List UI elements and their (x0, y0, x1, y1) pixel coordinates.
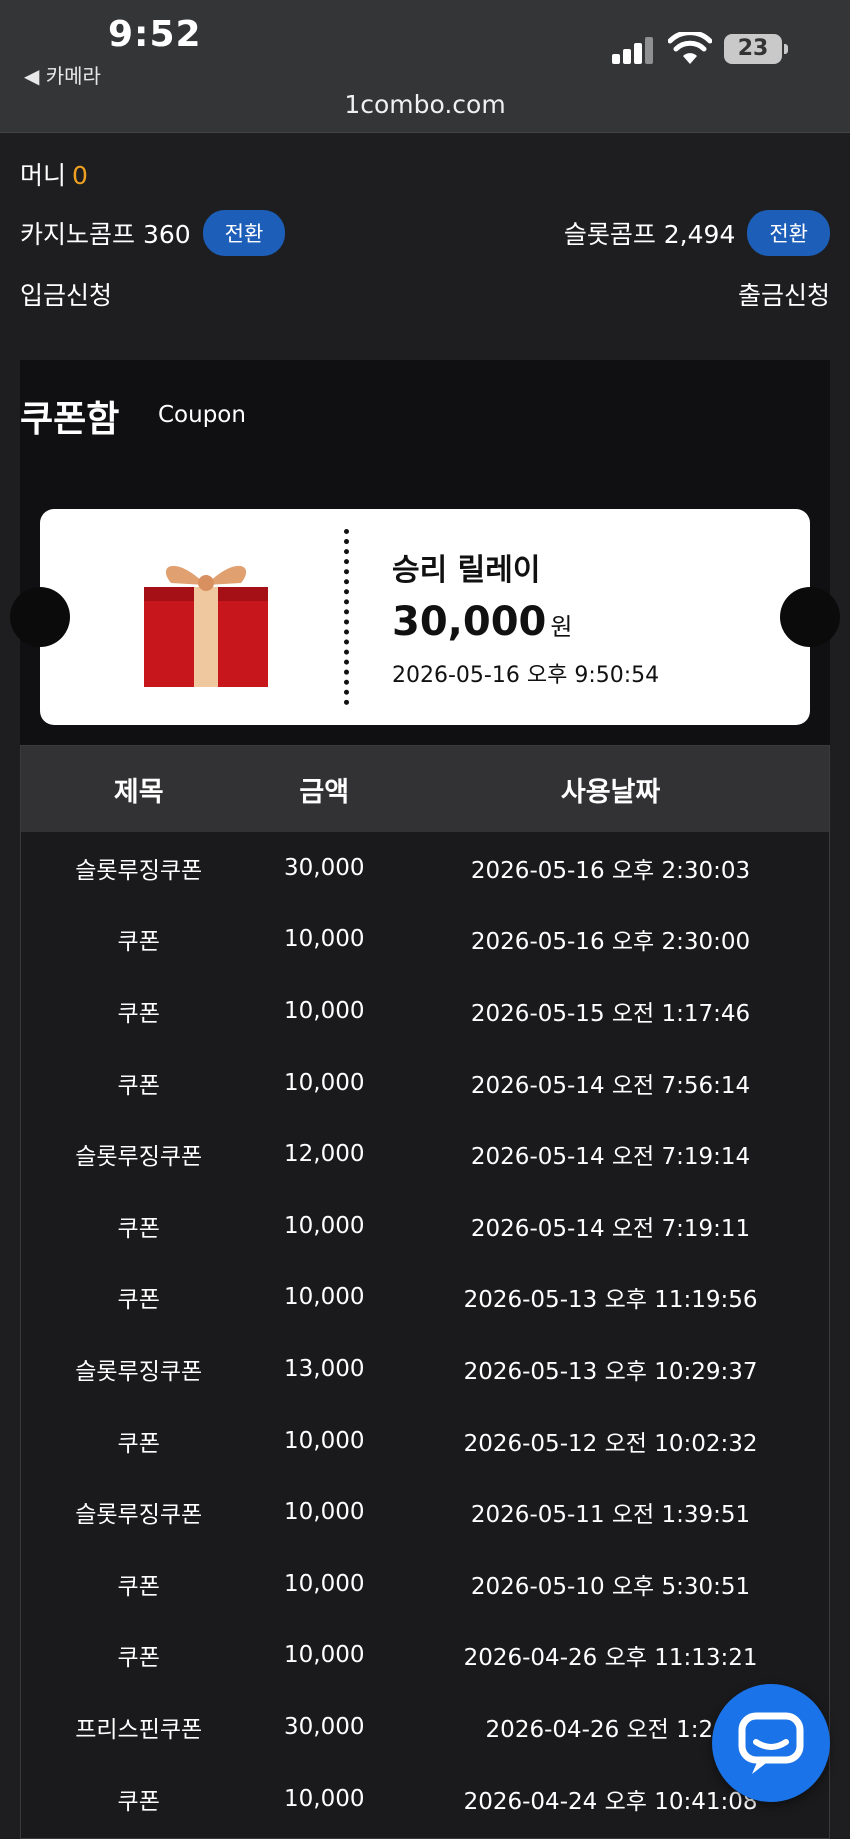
clock-time: 9:52 (108, 14, 202, 55)
table-row: 슬롯루징쿠폰 13,000 2026-05-13 오후 10:29:37 (21, 1333, 829, 1405)
ticket-divider (344, 529, 349, 705)
battery-level: 23 (737, 36, 769, 61)
row-title: 쿠폰 (117, 1430, 160, 1457)
table-row: 쿠폰 10,000 2026-05-14 오전 7:56:14 (21, 1047, 829, 1119)
row-date: 2026-05-15 오전 1:17:46 (470, 1000, 751, 1027)
row-title: 슬롯루징쿠폰 (75, 1144, 203, 1171)
wifi-icon (668, 32, 712, 64)
row-amount: 10,000 (284, 1427, 365, 1454)
row-date: 2026-05-11 오전 1:39:51 (470, 1502, 751, 1529)
table-row: 쿠폰 10,000 2026-04-26 오후 11:13:21 (21, 1620, 829, 1692)
row-amount: 12,000 (284, 1141, 365, 1168)
ticket-amount-value: 30,000 (392, 599, 547, 645)
row-amount: 10,000 (284, 1785, 365, 1812)
gift-box-icon (144, 565, 268, 687)
row-date: 2026-05-13 오후 11:19:56 (463, 1287, 758, 1314)
slot-comp-convert-button[interactable]: 전환 (747, 210, 830, 256)
signal-icon (612, 36, 656, 64)
row-title: 쿠폰 (117, 1645, 160, 1672)
ticket-date: 2026-05-16 오후 9:50:54 (392, 663, 660, 688)
row-amount: 10,000 (284, 1069, 365, 1096)
row-title: 슬롯루징쿠폰 (75, 1358, 203, 1385)
casino-comp-convert-button[interactable]: 전환 (202, 210, 286, 256)
row-amount: 30,000 (284, 1713, 365, 1740)
ticket-amount-unit: 원 (550, 613, 573, 641)
account-summary: 머니 0 카지노콤프 360 전환 슬롯콤프 2,494 전환 입금신청 출금신청 (0, 134, 850, 360)
row-title: 쿠폰 (117, 929, 160, 956)
ticket-name: 승리 릴레이 (392, 553, 541, 588)
table-body: 슬롯루징쿠폰 30,000 2026-05-16 오후 2:30:03 쿠폰 10,00… (21, 832, 829, 1834)
row-date: 2026-05-13 오후 10:29:37 (463, 1358, 758, 1385)
row-amount: 10,000 (284, 1642, 365, 1669)
table-row: 쿠폰 10,000 2026-05-12 오전 10:02:32 (21, 1405, 829, 1477)
row-amount: 10,000 (284, 997, 365, 1024)
address-bar-url[interactable]: 1combo.com (0, 90, 850, 119)
deposit-request-link[interactable]: 입금신청 (20, 276, 112, 312)
row-date: 2026-05-14 오전 7:19:14 (470, 1144, 751, 1171)
row-title: 쿠폰 (117, 1788, 160, 1815)
row-amount: 10,000 (284, 926, 365, 953)
casino-comp-row: 카지노콤프 360 전환 (20, 210, 286, 256)
row-title: 쿠폰 (117, 1072, 160, 1099)
table-row: 쿠폰 10,000 2026-05-16 오후 2:30:00 (21, 904, 829, 976)
money-label: 머니 (20, 161, 67, 190)
back-to-camera-link[interactable]: ◀ 카메라 (24, 60, 101, 89)
ticket-notch-left (10, 587, 70, 647)
row-date: 2026-05-14 오전 7:19:11 (470, 1215, 751, 1242)
slot-comp-row: 슬롯콤프 2,494 전환 (564, 210, 830, 256)
page-subtitle: Coupon (158, 402, 246, 428)
chat-bubble-icon (738, 1712, 804, 1774)
row-title: 슬롯루징쿠폰 (75, 857, 203, 884)
chat-button[interactable] (712, 1684, 830, 1802)
row-amount: 10,000 (284, 1570, 365, 1597)
table-row: 쿠폰 10,000 2026-05-15 오전 1:17:46 (21, 975, 829, 1047)
row-date: 2026-05-12 오전 10:02:32 (463, 1430, 758, 1457)
row-date: 2026-04-26 오후 11:13:21 (463, 1645, 758, 1672)
row-amount: 30,000 (284, 854, 365, 881)
header-amount: 금액 (299, 776, 350, 808)
row-amount: 13,000 (284, 1355, 365, 1382)
page-title: 쿠폰함 (20, 399, 120, 440)
row-title: 슬롯루징쿠폰 (75, 1502, 203, 1529)
coupon-ticket[interactable]: 승리 릴레이 30,000 원 2026-05-16 오후 9:50:54 (40, 509, 810, 725)
row-title: 프리스핀쿠폰 (75, 1716, 203, 1743)
row-date: 2026-05-10 오후 5:30:51 (470, 1573, 751, 1600)
battery-icon: 23 (724, 34, 788, 64)
row-amount: 10,000 (284, 1212, 365, 1239)
row-title: 쿠폰 (117, 1215, 160, 1242)
table-row: 쿠폰 10,000 2026-05-10 오후 5:30:51 (21, 1548, 829, 1620)
ticket-notch-right (780, 587, 840, 647)
coupon-history-table: 제목 금액 사용날짜 슬롯루징쿠폰 30,000 2026-05-16 오후 2:3… (20, 745, 830, 1839)
withdraw-request-link[interactable]: 출금신청 (738, 276, 830, 312)
money-balance: 머니 0 (20, 156, 88, 192)
table-row: 쿠폰 10,000 2026-05-14 오전 7:19:11 (21, 1190, 829, 1262)
status-bar: 9:52 ◀ 카메라 23 1combo.com (0, 0, 850, 133)
row-amount: 10,000 (284, 1499, 365, 1526)
row-amount: 10,000 (284, 1284, 365, 1311)
casino-comp-label: 카지노콤프 360 (20, 220, 191, 249)
row-date: 2026-05-14 오전 7:56:14 (470, 1072, 751, 1099)
row-title: 쿠폰 (117, 1287, 160, 1314)
table-row: 쿠폰 10,000 2026-05-13 오후 11:19:56 (21, 1262, 829, 1334)
money-value: 0 (72, 161, 88, 190)
header-title: 제목 (113, 776, 164, 808)
table-row: 쿠폰 10,000 2026-04-24 오후 10:41:08 (21, 1763, 829, 1835)
table-row: 프리스핀쿠폰 30,000 2026-04-26 오전 1:20: (21, 1691, 829, 1763)
row-title: 쿠폰 (117, 1000, 160, 1027)
row-date: 2026-05-16 오후 2:30:00 (470, 929, 751, 956)
table-header: 제목 금액 사용날짜 (21, 746, 829, 832)
table-row: 슬롯루징쿠폰 10,000 2026-05-11 오전 1:39:51 (21, 1476, 829, 1548)
header-date: 사용날짜 (560, 776, 661, 808)
table-row: 슬롯루징쿠폰 30,000 2026-05-16 오후 2:30:03 (21, 832, 829, 904)
ticket-amount: 30,000 원 (392, 599, 572, 645)
table-row: 슬롯루징쿠폰 12,000 2026-05-14 오전 7:19:14 (21, 1118, 829, 1190)
slot-comp-label: 슬롯콤프 2,494 (563, 220, 736, 249)
row-date: 2026-05-16 오후 2:30:03 (470, 857, 751, 884)
row-title: 쿠폰 (117, 1573, 160, 1600)
